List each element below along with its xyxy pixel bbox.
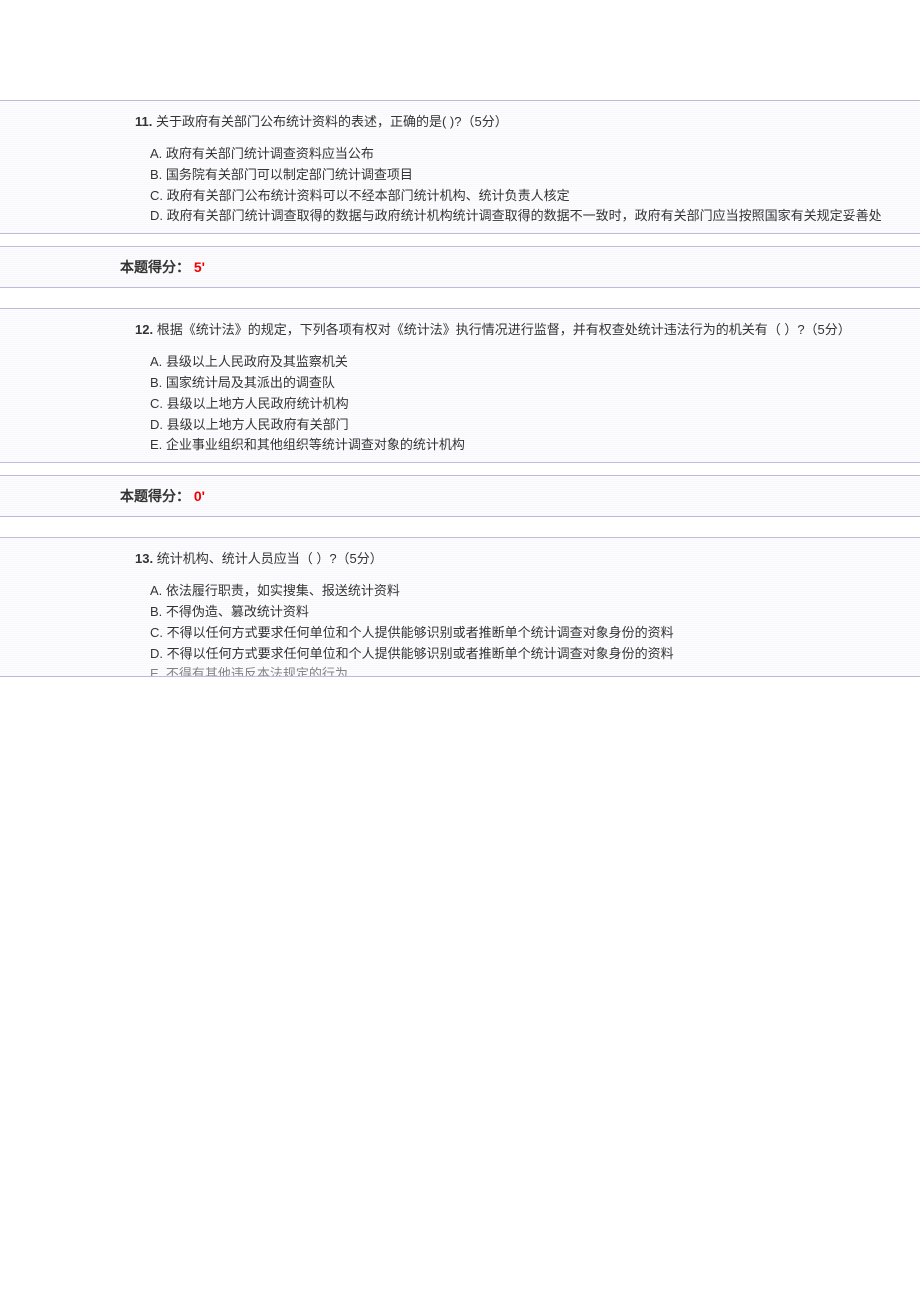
question-block: 11. 关于政府有关部门公布统计资料的表述，正确的是( )?（5分） A. 政府… [0, 100, 920, 234]
question-body: 统计机构、统计人员应当（ ）?（5分） [157, 551, 383, 566]
question-number: 11. [135, 114, 152, 129]
score-label: 本题得分： [120, 488, 190, 504]
question-number: 13. [135, 551, 153, 566]
option-a: A. 依法履行职责，如实搜集、报送统计资料 [150, 581, 920, 602]
question-text: 12. 根据《统计法》的规定，下列各项有权对《统计法》执行情况进行监督，并有权查… [0, 317, 920, 346]
options-list: A. 依法履行职责，如实搜集、报送统计资料 B. 不得伪造、篡改统计资料 C. … [0, 575, 920, 676]
option-b: B. 不得伪造、篡改统计资料 [150, 602, 920, 623]
question-body: 根据《统计法》的规定，下列各项有权对《统计法》执行情况进行监督，并有权查处统计违… [157, 322, 851, 337]
option-b: B. 国家统计局及其派出的调查队 [150, 373, 920, 394]
option-c: C. 政府有关部门公布统计资料可以不经本部门统计机构、统计负责人核定 [150, 186, 920, 207]
question-block: 12. 根据《统计法》的规定，下列各项有权对《统计法》执行情况进行监督，并有权查… [0, 308, 920, 463]
question-body: 关于政府有关部门公布统计资料的表述，正确的是( )?（5分） [156, 114, 508, 129]
score-bar: 本题得分： 5' [0, 246, 920, 288]
option-c: C. 不得以任何方式要求任何单位和个人提供能够识别或者推断单个统计调查对象身份的… [150, 623, 920, 644]
question-number: 12. [135, 322, 153, 337]
question-block: 13. 统计机构、统计人员应当（ ）?（5分） A. 依法履行职责，如实搜集、报… [0, 537, 920, 676]
options-list: A. 县级以上人民政府及其监察机关 B. 国家统计局及其派出的调查队 C. 县级… [0, 346, 920, 456]
option-e: E. 不得有其他违反本法规定的行为 [150, 664, 920, 676]
option-b: B. 国务院有关部门可以制定部门统计调查项目 [150, 165, 920, 186]
options-list: A. 政府有关部门统计调查资料应当公布 B. 国务院有关部门可以制定部门统计调查… [0, 138, 920, 227]
option-d: D. 县级以上地方人民政府有关部门 [150, 415, 920, 436]
option-a: A. 政府有关部门统计调查资料应当公布 [150, 144, 920, 165]
question-text: 13. 统计机构、统计人员应当（ ）?（5分） [0, 546, 920, 575]
exam-content: 11. 关于政府有关部门公布统计资料的表述，正确的是( )?（5分） A. 政府… [0, 0, 920, 677]
score-label: 本题得分： [120, 259, 190, 275]
option-e: E. 企业事业组织和其他组织等统计调查对象的统计机构 [150, 435, 920, 456]
option-d: D. 政府有关部门统计调查取得的数据与政府统计机构统计调查取得的数据不一致时，政… [150, 206, 920, 227]
option-d: D. 不得以任何方式要求任何单位和个人提供能够识别或者推断单个统计调查对象身份的… [150, 644, 920, 665]
score-value: 5' [194, 259, 205, 275]
score-value: 0' [194, 488, 205, 504]
page-cutoff [0, 676, 920, 677]
question-text: 11. 关于政府有关部门公布统计资料的表述，正确的是( )?（5分） [0, 109, 920, 138]
option-a: A. 县级以上人民政府及其监察机关 [150, 352, 920, 373]
score-bar: 本题得分： 0' [0, 475, 920, 517]
option-c: C. 县级以上地方人民政府统计机构 [150, 394, 920, 415]
